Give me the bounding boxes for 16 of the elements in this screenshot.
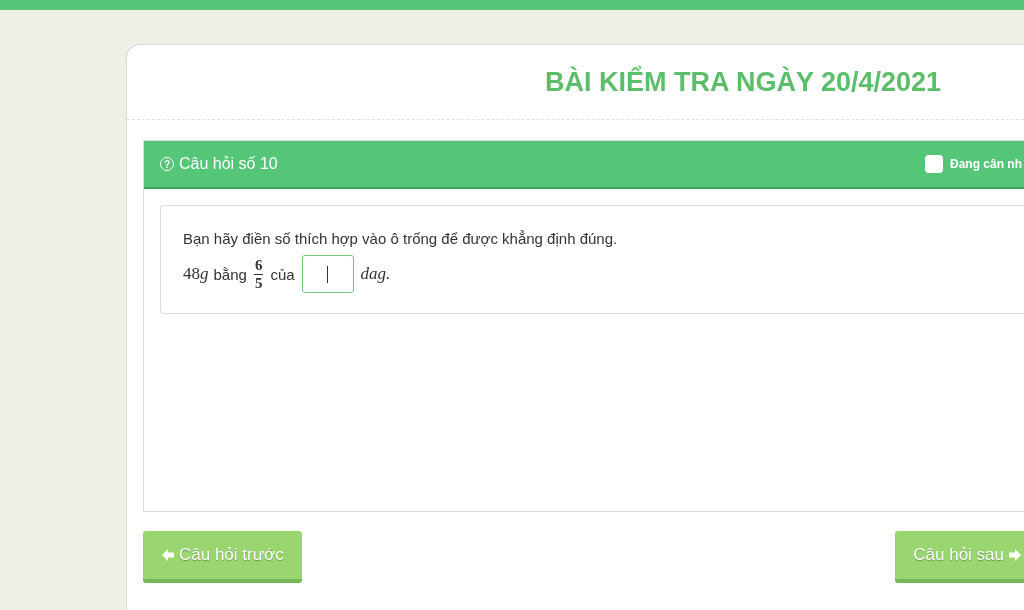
- left-arrow-icon: [161, 548, 175, 562]
- page-title: BÀI KIỂM TRA NGÀY 20/4/2021: [545, 66, 942, 98]
- right-arrow-icon: [1008, 548, 1022, 562]
- previous-question-button[interactable]: Câu hỏi trước: [143, 531, 302, 583]
- fraction: 6 5: [253, 257, 264, 291]
- next-question-button[interactable]: Câu hỏi sau: [895, 531, 1024, 583]
- equation-text: của: [270, 265, 295, 283]
- math-number: 48: [183, 264, 200, 284]
- flag-checkbox[interactable]: [925, 155, 943, 173]
- question-prompt: Bạn hãy điền số thích hợp vào ô trống để được khẳng định đúng.: [183, 230, 619, 247]
- math-unit: g: [200, 264, 209, 284]
- equation-text: bằng: [213, 265, 247, 283]
- answer-box[interactable]: [301, 255, 354, 293]
- math-unit: dag.: [360, 264, 391, 284]
- question-number: Câu hỏi số 10: [179, 155, 278, 173]
- flag-label: Đang cân nh: [950, 157, 1023, 171]
